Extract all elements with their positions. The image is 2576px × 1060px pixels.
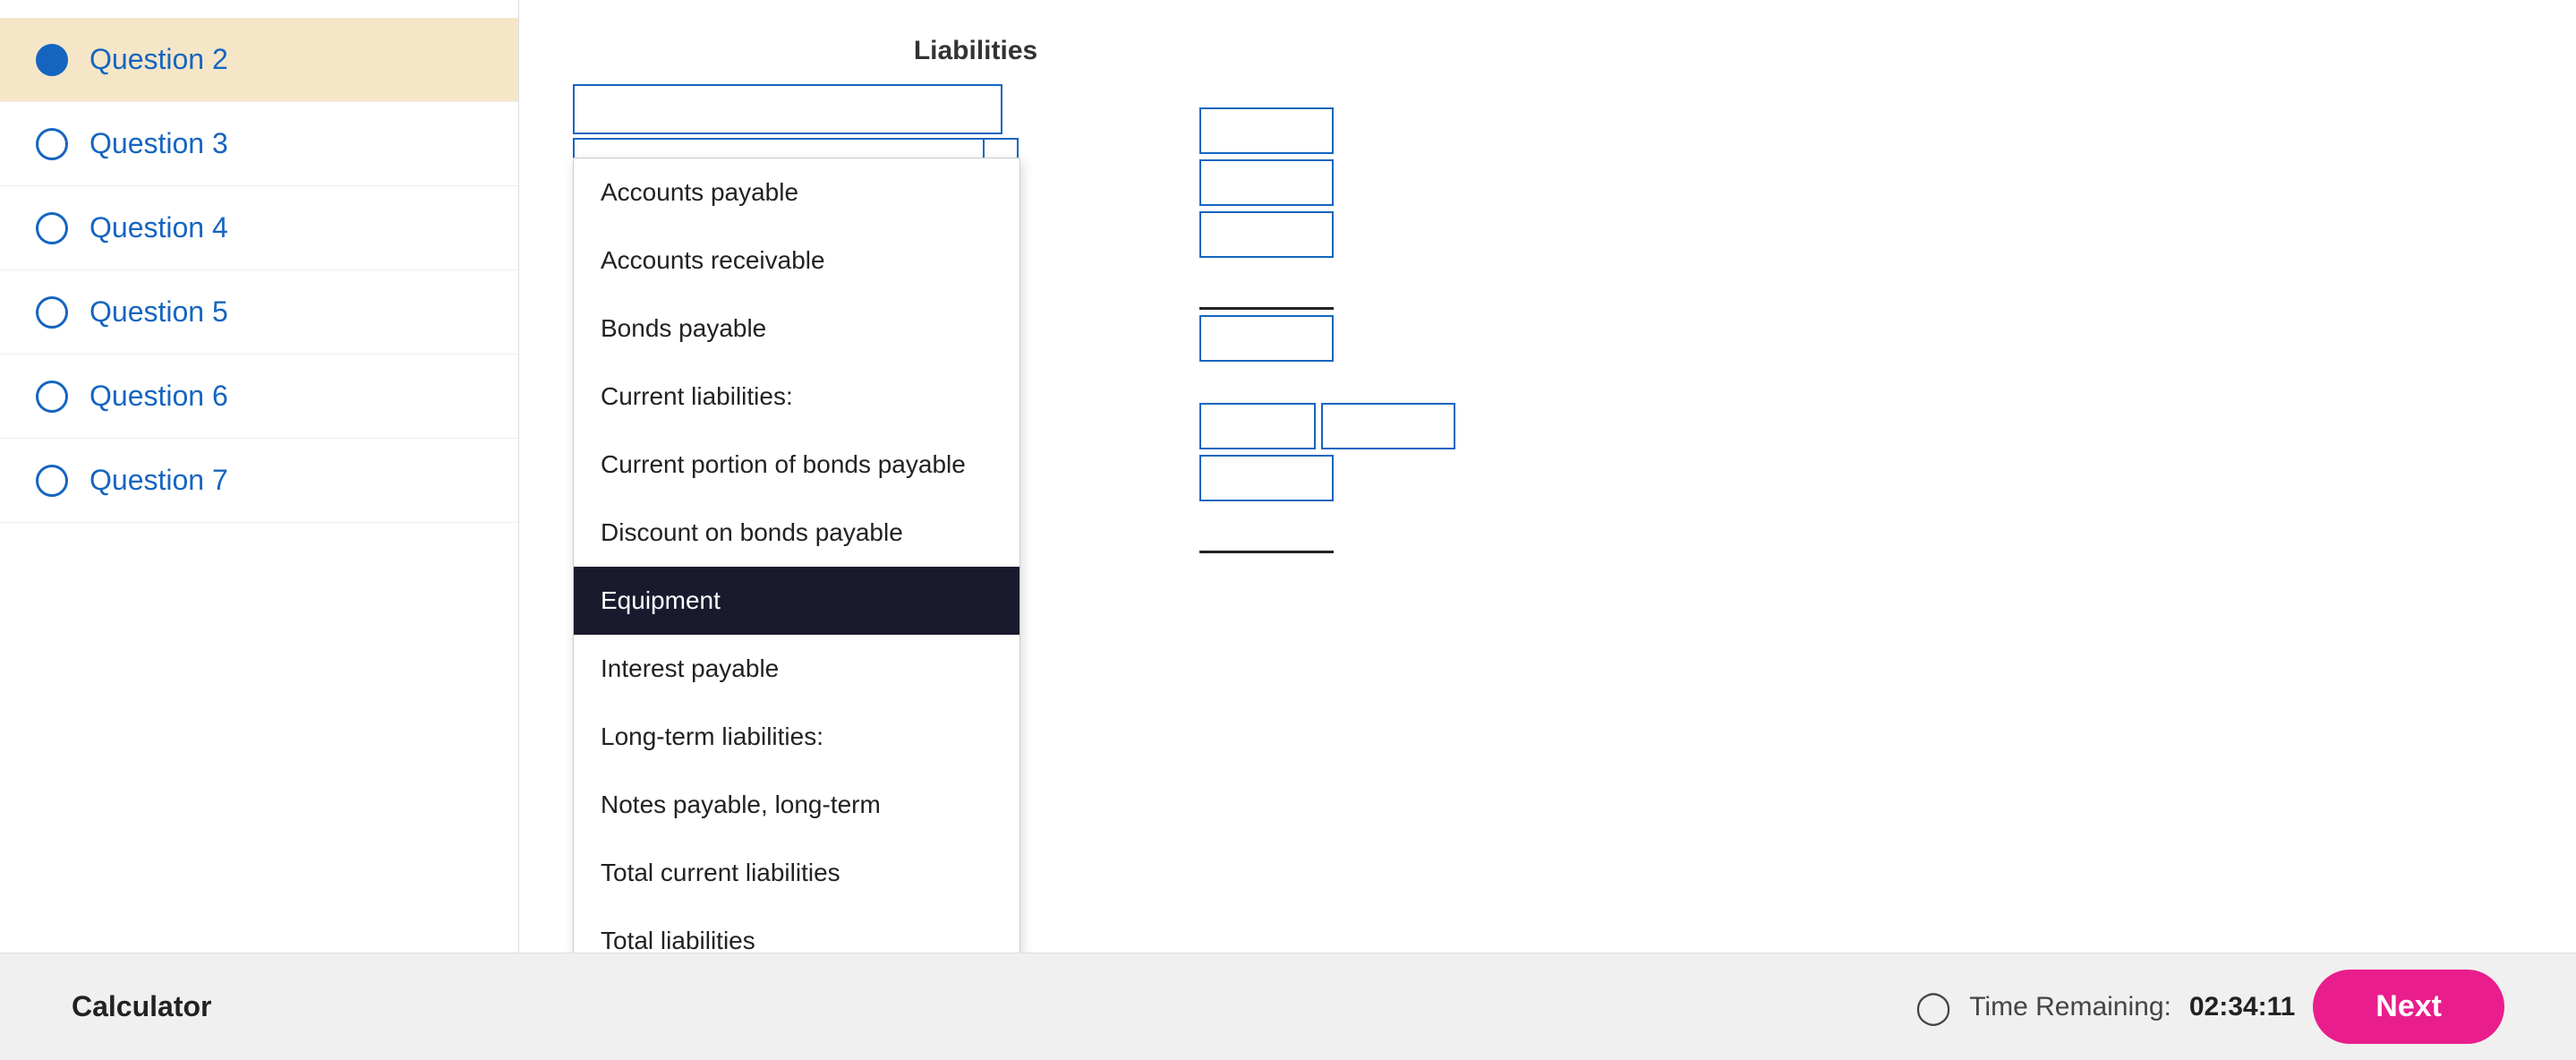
double-input-left[interactable] [1199, 403, 1316, 449]
question7-circle [36, 465, 68, 497]
liabilities-top-input[interactable] [573, 84, 1002, 134]
sidebar-item-question5[interactable]: Question 5 [0, 270, 518, 355]
double-input-row [1199, 403, 1455, 449]
sidebar-item-question2[interactable]: Question 2 [0, 18, 518, 102]
sidebar: Question 2 Question 3 Question 4 Questio… [0, 0, 519, 953]
dropdown-option-4[interactable]: Current portion of bonds payable [574, 431, 1019, 499]
dropdown-option-11[interactable]: Total liabilities [574, 907, 1019, 953]
time-remaining-label: Time Remaining: [1969, 992, 2171, 1022]
dropdown-option-5[interactable]: Discount on bonds payable [574, 499, 1019, 567]
question5-circle [36, 296, 68, 329]
dropdown-option-0[interactable]: Accounts payable [574, 158, 1019, 227]
clock-icon: ◯ [1915, 988, 1951, 1026]
sidebar-item-question4-label: Question 4 [90, 211, 228, 244]
right-input-7-underline[interactable] [1199, 507, 1334, 553]
dropdown-option-2[interactable]: Bonds payable [574, 295, 1019, 363]
question3-circle [36, 128, 68, 160]
dropdown-option-6[interactable]: Equipment [574, 567, 1019, 635]
section-title: Liabilities [573, 36, 1378, 66]
right-input-1[interactable] [1199, 107, 1334, 154]
dropdown-option-3[interactable]: Current liabilities: [574, 363, 1019, 431]
right-input-3[interactable] [1199, 211, 1334, 258]
sidebar-item-question7[interactable]: Question 7 [0, 439, 518, 523]
dropdown-option-10[interactable]: Total current liabilities [574, 839, 1019, 907]
right-inputs-cluster [1199, 107, 1455, 553]
dropdown-option-1[interactable]: Accounts receivable [574, 227, 1019, 295]
question6-circle [36, 380, 68, 413]
sidebar-item-question3[interactable]: Question 3 [0, 102, 518, 186]
footer: Calculator ◯ Time Remaining: 02:34:11 Ne… [0, 953, 2576, 1060]
content-area: Liabilities ▼ Accounts payableAccounts r… [519, 0, 2576, 953]
sidebar-item-question7-label: Question 7 [90, 464, 228, 497]
timer-section: ◯ Time Remaining: 02:34:11 Next [1915, 970, 2504, 1044]
next-button[interactable]: Next [2313, 970, 2504, 1044]
sidebar-item-question5-label: Question 5 [90, 295, 228, 329]
sidebar-item-question3-label: Question 3 [90, 127, 228, 160]
double-input-right[interactable] [1321, 403, 1455, 449]
dropdown-option-8[interactable]: Long-term liabilities: [574, 703, 1019, 771]
question4-circle [36, 212, 68, 244]
dropdown-menu: Accounts payableAccounts receivableBonds… [573, 158, 1020, 953]
right-input-5[interactable] [1199, 315, 1334, 362]
right-input-2[interactable] [1199, 159, 1334, 206]
right-input-6[interactable] [1199, 455, 1334, 501]
liabilities-section: Liabilities ▼ Accounts payableAccounts r… [573, 36, 1378, 188]
time-remaining-value: 02:34:11 [2189, 992, 2295, 1022]
sidebar-item-question6[interactable]: Question 6 [0, 355, 518, 439]
dropdown-option-9[interactable]: Notes payable, long-term [574, 771, 1019, 839]
sidebar-item-question4[interactable]: Question 4 [0, 186, 518, 270]
calculator-label: Calculator [72, 990, 211, 1023]
sidebar-item-question6-label: Question 6 [90, 380, 228, 413]
main-layout: Question 2 Question 3 Question 4 Questio… [0, 0, 2576, 953]
dropdown-option-7[interactable]: Interest payable [574, 635, 1019, 703]
right-input-4-underline[interactable] [1199, 263, 1334, 310]
sidebar-item-question2-label: Question 2 [90, 43, 228, 76]
question2-circle [36, 44, 68, 76]
